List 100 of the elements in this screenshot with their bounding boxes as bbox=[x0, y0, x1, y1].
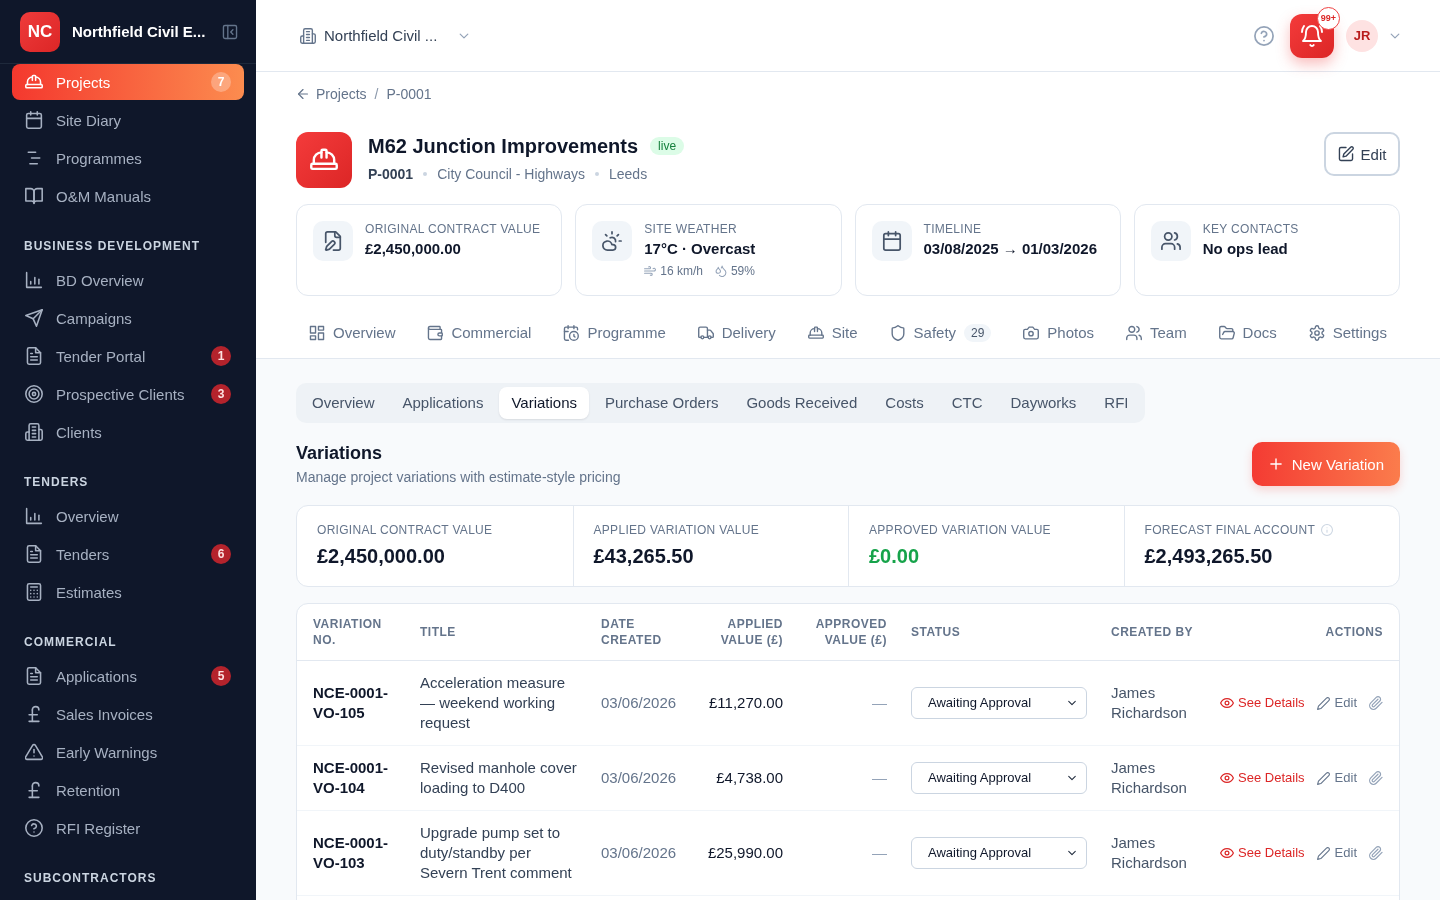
edit-link[interactable]: Edit bbox=[1316, 693, 1357, 713]
user-avatar[interactable]: JR bbox=[1346, 19, 1378, 52]
calendar-icon bbox=[871, 221, 912, 261]
column-header: APPLIED VALUE (£) bbox=[701, 604, 795, 661]
shield-icon bbox=[889, 325, 906, 341]
paperclip-icon[interactable] bbox=[1369, 696, 1383, 710]
building-icon bbox=[25, 423, 43, 441]
sidebar-item[interactable]: Tender Portal 1 bbox=[12, 338, 244, 374]
status-select[interactable]: Awaiting Approval bbox=[911, 762, 1087, 794]
see-details-link[interactable]: See Details bbox=[1220, 843, 1305, 863]
tab[interactable]: Settings bbox=[1295, 310, 1400, 358]
paper-plane-icon bbox=[25, 309, 43, 327]
see-details-link[interactable]: See Details bbox=[1220, 768, 1305, 788]
count-badge: 6 bbox=[211, 544, 231, 564]
edit-link[interactable]: Edit bbox=[1316, 768, 1357, 788]
sidebar-item[interactable]: Retention bbox=[12, 772, 244, 808]
subtab[interactable]: Costs bbox=[873, 387, 936, 419]
subtab[interactable]: Variations bbox=[499, 387, 589, 419]
pound-sign-icon bbox=[25, 781, 43, 799]
table-cell: 03/06/2026 bbox=[589, 810, 701, 896]
sidebar-item[interactable]: RFI Register bbox=[12, 810, 244, 846]
tab[interactable]: Docs bbox=[1205, 310, 1290, 358]
users-icon bbox=[1126, 325, 1142, 341]
section-heading: SUBCONTRACTORS bbox=[23, 870, 158, 886]
table-cell: 03/06/2026 bbox=[589, 745, 701, 811]
sidebar-item[interactable]: Estimates bbox=[12, 574, 244, 610]
sidebar-item[interactable]: Tenders 6 bbox=[12, 536, 244, 572]
stat-label: KEY CONTACTS bbox=[1202, 221, 1299, 237]
paperclip-icon[interactable] bbox=[1369, 846, 1383, 860]
subtab[interactable]: CTC bbox=[939, 387, 995, 419]
sidebar-item[interactable]: Sales Invoices bbox=[12, 696, 244, 732]
subtab[interactable]: Dayworks bbox=[998, 387, 1089, 419]
tab[interactable]: Overview bbox=[296, 310, 409, 358]
organisation-selector[interactable]: Northfield Civil ... bbox=[300, 27, 472, 44]
calendar-clock-icon bbox=[563, 325, 580, 341]
sidebar-item[interactable]: Applications 5 bbox=[12, 658, 244, 694]
subtab[interactable]: Goods Received bbox=[734, 387, 870, 419]
see-details-link[interactable]: See Details bbox=[1220, 693, 1305, 713]
sidebar-item[interactable]: Clients bbox=[12, 414, 244, 450]
paperclip-icon[interactable] bbox=[1369, 771, 1383, 785]
stat-label: ORIGINAL CONTRACT VALUE bbox=[365, 221, 541, 237]
subtab[interactable]: Purchase Orders bbox=[593, 387, 731, 419]
summary-label: FORECAST FINAL ACCOUNT bbox=[1144, 522, 1316, 538]
sidebar-item[interactable]: Prospective Clients 3 bbox=[12, 376, 244, 412]
count-badge: 3 bbox=[211, 384, 231, 404]
project-location: Leeds bbox=[609, 166, 648, 182]
folder-icon bbox=[1218, 325, 1235, 341]
sidebar-item[interactable]: Early Warnings bbox=[12, 734, 244, 770]
hard-hat-icon bbox=[296, 132, 352, 188]
help-icon[interactable] bbox=[1254, 25, 1274, 46]
building-icon bbox=[300, 27, 316, 44]
stat-value: 17°C · Overcast bbox=[644, 239, 756, 259]
table-cell: 03/06/2026 bbox=[589, 660, 701, 746]
cloud-sun-icon bbox=[592, 221, 633, 261]
tab[interactable]: Team bbox=[1113, 310, 1200, 358]
sidebar-item[interactable]: Site Diary bbox=[12, 102, 244, 138]
pencil-icon bbox=[1316, 846, 1330, 860]
subtab[interactable]: Overview bbox=[300, 387, 387, 419]
column-header: TITLE bbox=[408, 604, 589, 661]
sidebar-collapse-icon[interactable] bbox=[222, 23, 238, 40]
weather-detail: 59% bbox=[730, 263, 755, 279]
table-cell: £25,990.00 bbox=[701, 810, 795, 896]
tab[interactable]: Safety 29 bbox=[876, 310, 1005, 358]
bell-icon bbox=[1301, 24, 1323, 47]
sidebar-item[interactable]: BD Overview bbox=[12, 262, 244, 298]
summary-label: APPLIED VARIATION VALUE bbox=[593, 522, 760, 538]
sidebar-item[interactable]: O&M Manuals bbox=[12, 178, 244, 214]
tab[interactable]: Delivery bbox=[684, 310, 789, 358]
tab[interactable]: Photos bbox=[1010, 310, 1108, 358]
tab[interactable]: Commercial bbox=[414, 310, 545, 358]
document-icon bbox=[25, 667, 43, 685]
table-cell: Revised manhole cover loading to D400 bbox=[408, 745, 589, 811]
target-icon bbox=[25, 385, 43, 403]
hard-hat-icon bbox=[25, 73, 43, 91]
section-subtitle: Manage project variations with estimate-style pricing bbox=[296, 468, 621, 487]
truck-icon bbox=[697, 325, 714, 341]
edit-link[interactable]: Edit bbox=[1316, 843, 1357, 863]
sidebar-item[interactable]: Programmes bbox=[12, 140, 244, 176]
tab[interactable]: Programme bbox=[550, 310, 679, 358]
count-badge: 5 bbox=[211, 666, 231, 686]
weather-detail: 16 km/h bbox=[660, 263, 703, 279]
tab[interactable]: Site bbox=[794, 310, 871, 358]
sidebar-item[interactable]: Campaigns bbox=[12, 300, 244, 336]
notification-badge: 99+ bbox=[1317, 6, 1340, 30]
sidebar-item[interactable]: Overview bbox=[12, 498, 244, 534]
subtab[interactable]: RFI bbox=[1092, 387, 1141, 419]
list-icon bbox=[25, 149, 43, 167]
breadcrumb-link[interactable]: Projects bbox=[296, 86, 367, 102]
bar-chart-icon bbox=[25, 507, 43, 525]
status-select[interactable]: Awaiting Approval bbox=[911, 837, 1087, 869]
company-name: Northfield Civil E... bbox=[72, 23, 207, 40]
info-icon[interactable] bbox=[1321, 524, 1334, 536]
edit-button[interactable]: Edit bbox=[1324, 132, 1400, 176]
subtab[interactable]: Applications bbox=[390, 387, 496, 419]
stat-value: No ops lead bbox=[1202, 239, 1289, 259]
eye-icon bbox=[1220, 771, 1235, 785]
calendar-icon bbox=[25, 111, 43, 129]
summary-label: ORIGINAL CONTRACT VALUE bbox=[317, 522, 493, 538]
column-header: VARIATION NO. bbox=[297, 604, 408, 661]
status-select[interactable]: Awaiting Approval bbox=[911, 687, 1087, 719]
